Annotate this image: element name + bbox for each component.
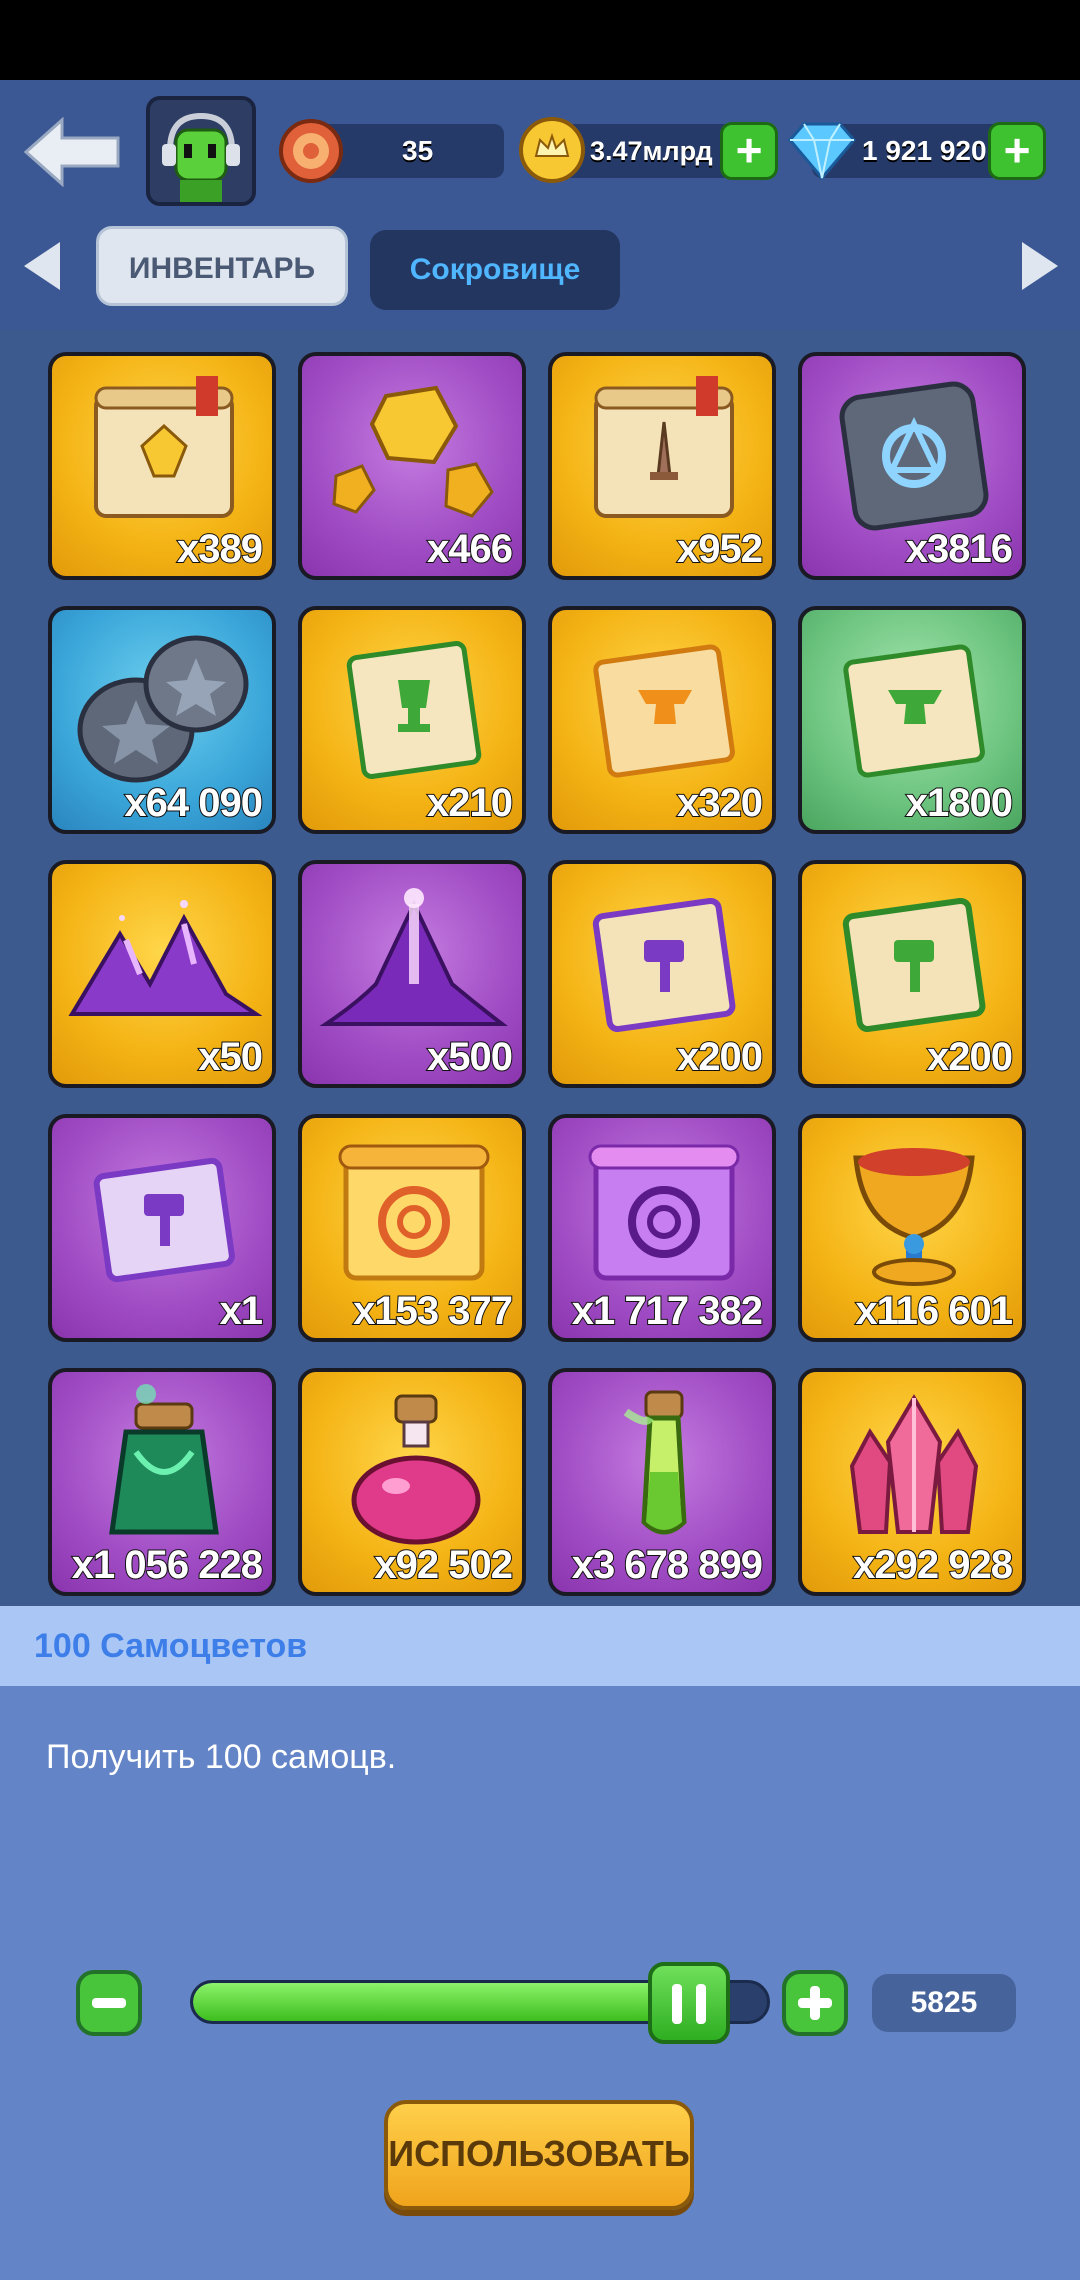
inventory-item-hammer-scroll-purple[interactable]: x200 xyxy=(548,860,776,1088)
green-bottle-icon xyxy=(109,1384,219,1535)
pink-crystal-icon xyxy=(849,1394,979,1534)
sword-scroll-icon xyxy=(594,376,734,518)
item-title: 100 Самоцветов xyxy=(34,1627,308,1665)
inventory-item-green-vial[interactable]: x3 678 899 xyxy=(548,1368,776,1596)
inventory-item-hammer-scroll-lavender[interactable]: x1 xyxy=(48,1114,276,1342)
item-count: x1 xyxy=(219,1288,264,1334)
tab-inventory[interactable]: ИНВЕНТАРЬ xyxy=(96,226,348,306)
item-count: x200 xyxy=(676,1034,764,1080)
inventory-item-pink-crystal[interactable]: x292 928 xyxy=(798,1368,1026,1596)
item-count: x3 678 899 xyxy=(571,1542,764,1588)
inventory-item-purple-dust-mound[interactable]: x500 xyxy=(298,860,526,1088)
use-button[interactable]: ИСПОЛЬЗОВАТЬ xyxy=(384,2100,694,2210)
add-gold-button[interactable]: + xyxy=(720,122,778,180)
rune-stone-icon xyxy=(839,381,989,531)
purple-dust-pile-icon xyxy=(68,900,262,1016)
item-count: x389 xyxy=(176,526,264,572)
gems-value: 1 921 920 xyxy=(862,135,987,166)
plus-icon xyxy=(798,1986,832,2020)
gold-crown-coin-icon xyxy=(519,117,585,183)
inventory-item-golden-chalice[interactable]: x116 601 xyxy=(798,1114,1026,1342)
item-count: x1 717 382 xyxy=(571,1288,764,1334)
add-gems-button[interactable]: + xyxy=(988,122,1046,180)
green-vial-icon xyxy=(623,1390,687,1535)
inventory-item-anvil-scroll-green[interactable]: x1800 xyxy=(798,606,1026,834)
hammer-scroll-purple-icon xyxy=(592,897,736,1033)
tab-right-arrow-icon[interactable] xyxy=(1018,238,1062,294)
inventory-item-trophy-scroll-green[interactable]: x210 xyxy=(298,606,526,834)
inventory-item-gem-fragment-scroll[interactable]: x389 xyxy=(48,352,276,580)
gem-fragment-scroll-icon xyxy=(94,376,234,518)
avatar[interactable] xyxy=(146,96,256,206)
back-arrow-icon[interactable] xyxy=(22,112,122,192)
inventory-item-swirl-scroll-purple[interactable]: x1 717 382 xyxy=(548,1114,776,1342)
status-bar xyxy=(0,0,1080,80)
item-count: x466 xyxy=(426,526,514,572)
inventory-item-star-coins[interactable]: x64 090 xyxy=(48,606,276,834)
inventory-item-anvil-scroll-orange[interactable]: x320 xyxy=(548,606,776,834)
star-coins-icon xyxy=(77,635,249,783)
level-value: 35 xyxy=(402,135,434,166)
inventory-item-purple-dust-pile[interactable]: x50 xyxy=(48,860,276,1088)
quantity-value[interactable]: 5825 xyxy=(872,1974,1016,2032)
increase-button[interactable] xyxy=(782,1970,848,2036)
item-count: x292 928 xyxy=(852,1542,1014,1588)
item-count: x116 601 xyxy=(854,1288,1014,1334)
tab-treasure[interactable]: Сокровище xyxy=(370,230,620,310)
item-description: Получить 100 самоцв. xyxy=(46,1738,397,1776)
item-count: x3816 xyxy=(905,526,1014,572)
item-count: x210 xyxy=(426,780,514,826)
inventory-item-green-bottle[interactable]: x1 056 228 xyxy=(48,1368,276,1596)
item-count: x500 xyxy=(426,1034,514,1080)
inventory-item-rune-stone[interactable]: x3816 xyxy=(798,352,1026,580)
gold-nuggets-icon xyxy=(332,385,494,518)
item-count: x952 xyxy=(676,526,764,572)
inventory-item-sword-scroll[interactable]: x952 xyxy=(548,352,776,580)
level-icon xyxy=(279,119,343,183)
pink-potion-icon xyxy=(351,1394,481,1545)
item-count: x92 502 xyxy=(373,1542,514,1588)
purple-dust-mound-icon xyxy=(319,888,508,1026)
item-count: x320 xyxy=(676,780,764,826)
quantity-slider-fill xyxy=(193,1983,692,2021)
item-count: x64 090 xyxy=(123,780,264,826)
gold-value: 3.47млрд xyxy=(590,136,713,166)
inventory-item-gold-nuggets[interactable]: x466 xyxy=(298,352,526,580)
inventory-item-swirl-scroll-gold[interactable]: x153 377 xyxy=(298,1114,526,1342)
swirl-scroll-purple-icon xyxy=(588,1144,740,1281)
anvil-scroll-orange-icon xyxy=(593,644,735,778)
item-count: x153 377 xyxy=(352,1288,514,1334)
inventory-item-pink-potion[interactable]: x92 502 xyxy=(298,1368,526,1596)
hammer-scroll-green-icon xyxy=(842,897,986,1033)
minus-icon xyxy=(92,1998,126,2008)
quantity-slider-handle[interactable] xyxy=(648,1962,730,2044)
item-count: x1800 xyxy=(905,780,1014,826)
trophy-scroll-green-icon xyxy=(346,641,482,779)
hammer-scroll-lavender-icon xyxy=(93,1157,235,1283)
item-count: x1 056 228 xyxy=(71,1542,264,1588)
anvil-scroll-green-icon xyxy=(843,644,985,778)
golden-chalice-icon xyxy=(853,1148,975,1286)
swirl-scroll-gold-icon xyxy=(338,1144,490,1281)
inventory-item-hammer-scroll-green[interactable]: x200 xyxy=(798,860,1026,1088)
item-count: x200 xyxy=(926,1034,1014,1080)
item-count: x50 xyxy=(197,1034,264,1080)
diamond-icon xyxy=(788,122,856,181)
decrease-button[interactable] xyxy=(76,1970,142,2036)
tab-left-arrow-icon[interactable] xyxy=(20,238,64,294)
